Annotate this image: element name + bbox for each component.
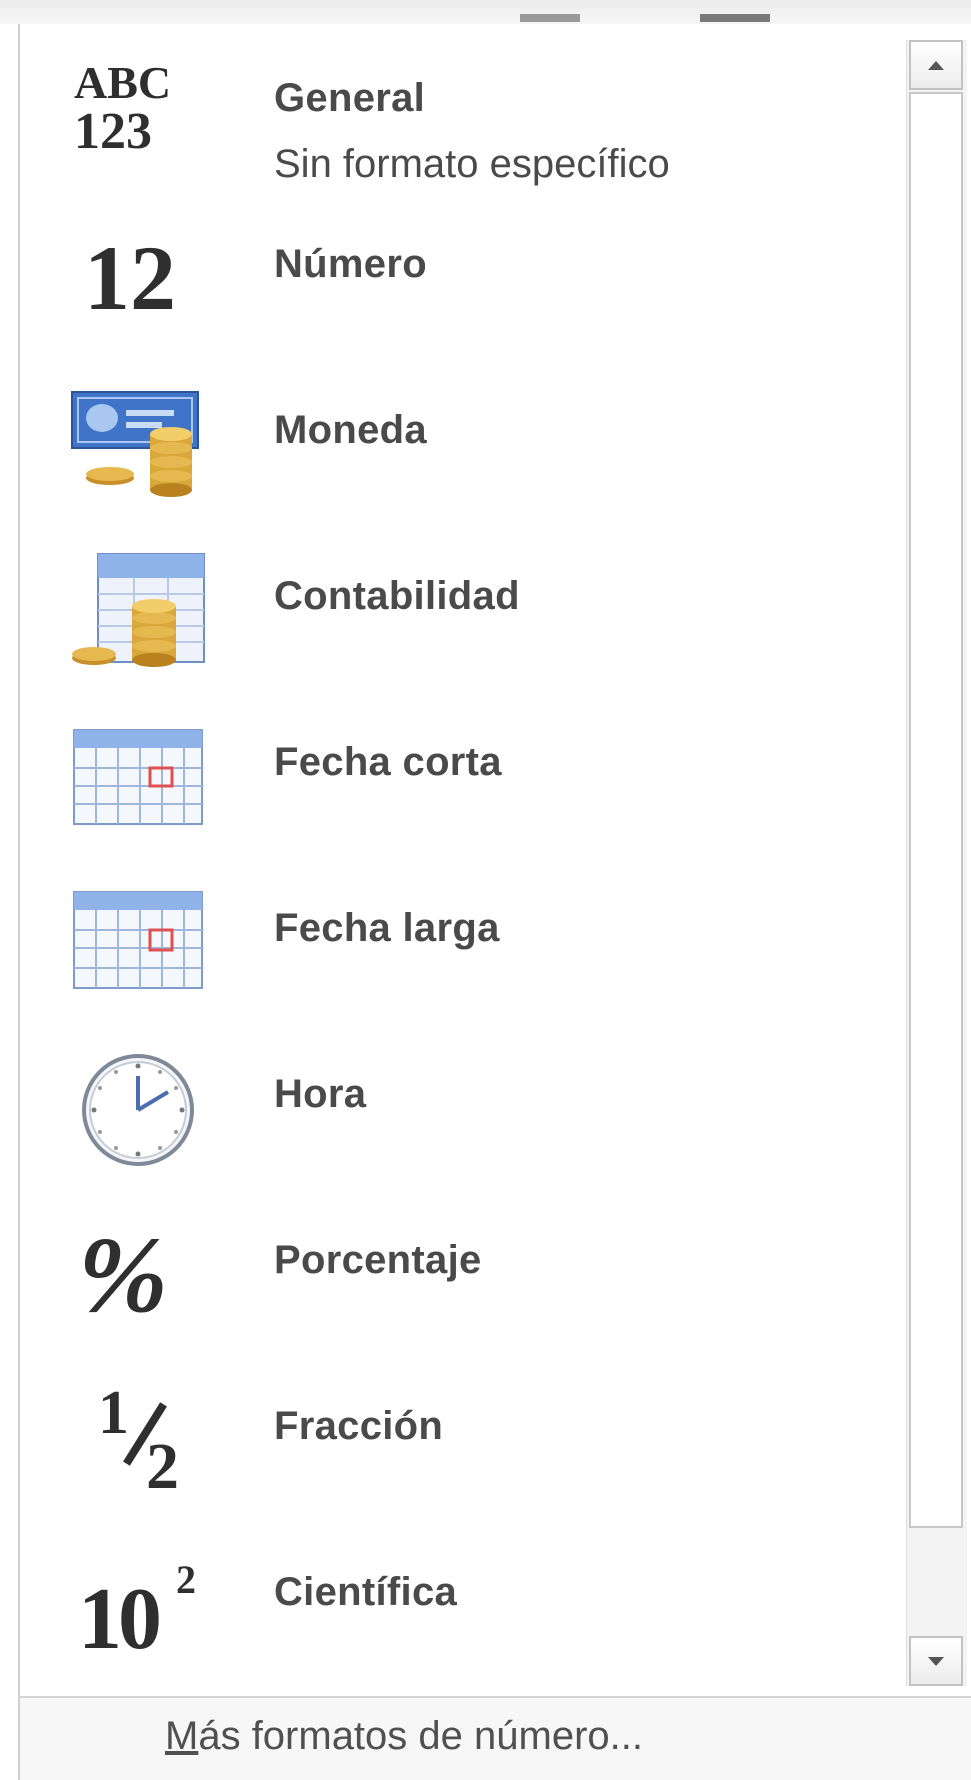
format-label: Hora: [274, 1072, 367, 1116]
clock-icon: [82, 1054, 194, 1166]
percent-icon: %: [78, 1216, 168, 1335]
format-item-number[interactable]: 12 Número: [40, 204, 910, 370]
scroll-down-button[interactable]: [909, 1636, 963, 1686]
arrow-up-icon: [928, 60, 944, 70]
fraction-half-icon: 1 2: [98, 1379, 179, 1503]
format-label: General: [274, 76, 426, 120]
top-strip-shadow: [700, 14, 770, 22]
vertical-scrollbar[interactable]: [906, 40, 967, 1686]
format-item-long-date[interactable]: Fecha larga: [40, 868, 910, 1034]
format-item-time[interactable]: Hora: [40, 1034, 910, 1200]
scientific-power-icon: 10 2: [78, 1557, 196, 1668]
number-format-dropdown: ABC 123 General Sin formato específico 1…: [18, 24, 971, 1696]
format-item-scientific[interactable]: 10 2 Científica: [40, 1532, 910, 1698]
arrow-down-icon: [928, 1656, 944, 1666]
scroll-up-button[interactable]: [909, 40, 963, 90]
access-key-letter: M: [165, 1714, 199, 1758]
scroll-thumb[interactable]: [909, 92, 963, 1528]
top-strip-shadow: [520, 14, 580, 22]
format-item-percentage[interactable]: % Porcentaje: [40, 1200, 910, 1366]
format-label: Contabilidad: [274, 574, 520, 618]
format-label: Científica: [274, 1570, 458, 1614]
calendar-icon: [73, 729, 203, 825]
format-description: Sin formato específico: [274, 142, 670, 186]
format-label: Moneda: [274, 408, 427, 452]
number-12-icon: 12: [84, 227, 176, 329]
format-label: Porcentaje: [274, 1238, 482, 1282]
format-item-short-date[interactable]: Fecha corta: [40, 702, 910, 868]
more-number-formats-label: ás formatos de número...: [198, 1714, 643, 1758]
format-label: Fracción: [274, 1404, 444, 1448]
format-item-currency[interactable]: Moneda: [40, 370, 910, 536]
format-label: Fecha corta: [274, 740, 502, 784]
format-item-general[interactable]: ABC 123 General Sin formato específico: [40, 38, 910, 204]
format-item-accounting[interactable]: Contabilidad: [40, 536, 910, 702]
abc-123-icon: ABC 123: [74, 57, 172, 160]
calendar-icon: [73, 891, 203, 989]
more-number-formats-link[interactable]: Más formatos de número...: [165, 1714, 643, 1759]
currency-bill-coins-icon: [71, 391, 199, 497]
dropdown-footer: Más formatos de número...: [18, 1696, 971, 1780]
top-strip: [0, 0, 971, 24]
accounting-ledger-coins-icon: [72, 553, 205, 667]
format-label: Fecha larga: [274, 906, 500, 950]
format-label: Número: [274, 242, 427, 286]
format-item-fraction[interactable]: 1 2 Fracción: [40, 1366, 910, 1532]
